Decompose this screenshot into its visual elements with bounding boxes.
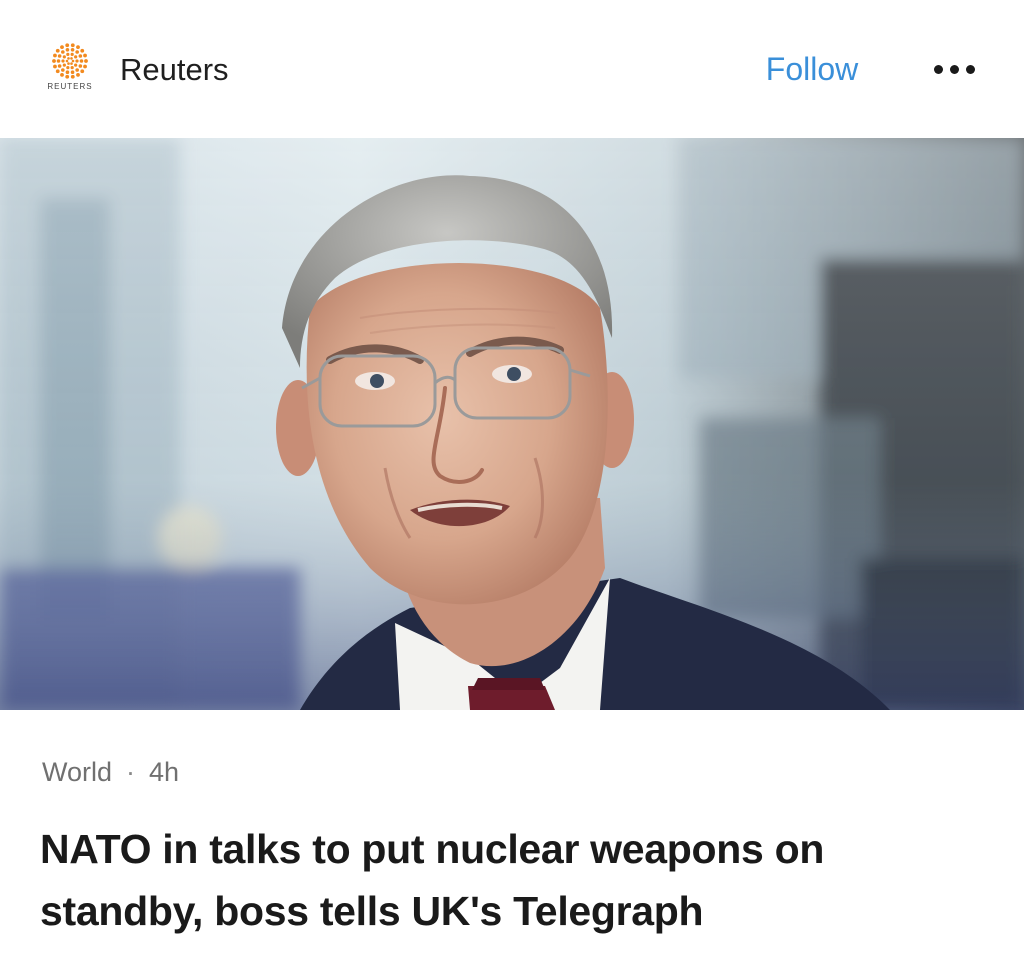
article-hero-image[interactable]: [0, 138, 1024, 710]
logo-dot: [75, 50, 79, 54]
logo-dot: [60, 72, 64, 77]
logo-dot: [70, 66, 74, 70]
article-category[interactable]: World: [42, 757, 112, 787]
logo-dot: [52, 59, 56, 63]
logo-dot: [75, 59, 79, 63]
reuters-logo-icon[interactable]: REUTERS: [44, 42, 96, 94]
logo-dot: [80, 48, 85, 53]
logo-dot: [83, 53, 87, 58]
logo-dot: [61, 68, 65, 72]
logo-dot: [60, 45, 64, 50]
logo-dot: [55, 69, 60, 74]
more-dot: [934, 65, 943, 74]
follow-button[interactable]: Follow: [752, 46, 872, 92]
meta-separator: ·: [126, 757, 136, 787]
logo-dot: [70, 47, 75, 52]
logo-dot: [70, 62, 73, 65]
logo-dot: [83, 64, 87, 69]
logo-dot: [53, 64, 57, 69]
logo-dot: [62, 63, 66, 67]
logo-dot: [70, 57, 73, 60]
publisher-name[interactable]: Reuters: [120, 48, 229, 92]
logo-dot: [70, 52, 74, 56]
more-dot: [966, 65, 975, 74]
logo-dot: [57, 64, 62, 68]
more-dot: [950, 65, 959, 74]
logo-dot: [65, 70, 70, 75]
logo-dot: [76, 45, 80, 50]
logo-dot: [61, 50, 65, 54]
logo-dot: [67, 62, 70, 65]
logo-dot: [61, 59, 65, 63]
logo-dot: [62, 55, 66, 59]
logo-dot: [75, 68, 79, 72]
logo-dot: [55, 48, 60, 53]
logo-dot: [66, 66, 70, 70]
logo-dot: [84, 59, 88, 63]
logo-dot: [57, 54, 62, 58]
article-headline[interactable]: NATO in talks to put nuclear weapons on …: [40, 818, 990, 942]
logo-dot: [53, 53, 57, 58]
logo-dot: [79, 59, 84, 63]
logo-dot: [76, 72, 80, 77]
publisher-header: REUTERS Reuters Follow: [0, 0, 1024, 138]
logo-dot: [74, 55, 78, 59]
logo-dot: [67, 57, 70, 60]
logo-dot: [65, 43, 70, 48]
article-meta: World · 4h: [42, 752, 179, 792]
logo-dot: [70, 43, 75, 48]
portrait-photo: [0, 138, 1024, 710]
logo-dot: [70, 74, 75, 79]
logo-dot: [74, 63, 78, 67]
article-card: REUTERS Reuters Follow World · 4h NATO i…: [0, 0, 1024, 971]
logo-dot: [56, 59, 61, 63]
logo-dot: [66, 52, 70, 56]
reuters-logo-graphic: [52, 43, 88, 79]
logo-dot: [70, 70, 75, 75]
logo-dot: [71, 59, 75, 63]
logo-dot: [65, 47, 70, 52]
logo-wordmark: REUTERS: [47, 82, 93, 91]
more-options-button[interactable]: [920, 52, 988, 88]
logo-dot: [65, 74, 70, 79]
article-age: 4h: [149, 757, 180, 787]
logo-dot: [78, 54, 83, 58]
logo-dot: [78, 64, 83, 68]
logo-dot: [80, 69, 85, 74]
logo-dot: [65, 59, 69, 63]
